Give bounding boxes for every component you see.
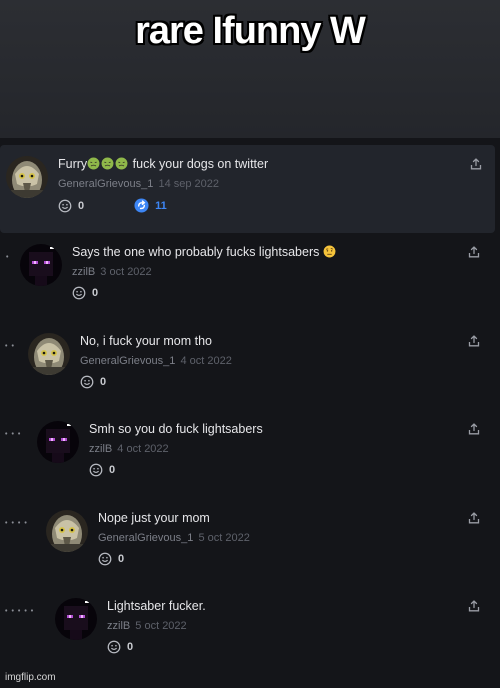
comment-meta: zzilB 3 oct 2022 — [72, 266, 337, 278]
share-icon[interactable] — [468, 600, 480, 612]
comment-meta: zzilB 5 oct 2022 — [107, 620, 206, 632]
comment-meta: GeneralGrievous_1 14 sep 2022 — [58, 178, 268, 190]
username-link[interactable]: zzilB — [107, 620, 130, 632]
share-icon[interactable] — [468, 335, 480, 347]
comment-content: Nope just your mom GeneralGrievous_1 5 oc… — [98, 510, 250, 566]
comment-item: •••• Nope just your mom GeneralGrievous_1 … — [0, 510, 500, 590]
share-icon[interactable] — [470, 158, 482, 170]
thread-depth-dots: ••• — [5, 431, 25, 438]
comment-date: 5 oct 2022 — [195, 532, 250, 544]
smile-count: 0 — [100, 376, 107, 388]
username-link[interactable]: GeneralGrievous_1 — [58, 178, 153, 190]
replies-icon[interactable] — [90, 198, 149, 213]
meme-caption: rare Ifunny W — [135, 10, 366, 52]
comment-actions: 0 — [72, 286, 337, 300]
smile-count: 0 — [127, 641, 134, 653]
smile-icon[interactable] — [98, 552, 112, 566]
comment-content: Smh so you do fuck lightsabers zzilB 4 oc… — [89, 421, 263, 477]
avatar[interactable] — [20, 244, 62, 286]
comment-meta: zzilB 4 oct 2022 — [89, 443, 263, 455]
avatar[interactable] — [37, 421, 79, 463]
comment-date: 4 oct 2022 — [114, 443, 169, 455]
avatar[interactable] — [28, 333, 70, 375]
comment-date: 5 oct 2022 — [132, 620, 187, 632]
comment-item: ••••• Lightsaber fucker. zzilB 5 oct 2022 0 — [0, 598, 500, 678]
comment-body: Lightsaber fucker. — [107, 599, 206, 613]
smile-icon[interactable] — [72, 286, 86, 300]
avatar[interactable] — [6, 156, 48, 198]
thread-depth-dots: • — [6, 254, 13, 261]
avatar[interactable] — [46, 510, 88, 552]
comment-text: Says the one who probably fucks lightsab… — [72, 244, 337, 260]
comment-date: 14 sep 2022 — [155, 178, 220, 190]
share-icon[interactable] — [468, 246, 480, 258]
reply-count[interactable]: 11 — [155, 200, 167, 212]
share-icon[interactable] — [468, 512, 480, 524]
nauseated-face-icon — [87, 157, 100, 170]
comment-item: •• No, i fuck your mom tho GeneralGrievous… — [0, 333, 500, 413]
comment-text-prefix: Furry — [58, 157, 88, 171]
comment-text: No, i fuck your mom tho — [80, 333, 232, 349]
nauseated-face-icon — [115, 157, 128, 170]
username-link[interactable]: zzilB — [89, 443, 112, 455]
thread-depth-dots: •••• — [5, 520, 31, 527]
comment-actions: 0 — [98, 552, 250, 566]
comment-item: • Says the one who probably fucks lightsa… — [0, 244, 500, 324]
username-link[interactable]: zzilB — [72, 266, 95, 278]
comment-content: No, i fuck your mom tho GeneralGrievous_1… — [80, 333, 232, 389]
comment-body: No, i fuck your mom tho — [80, 334, 212, 348]
comment-item: Furry fuck your dogs on twitter GeneralGr… — [0, 156, 500, 236]
comment-actions: 0 — [107, 640, 206, 654]
comment-meta: GeneralGrievous_1 5 oct 2022 — [98, 532, 250, 544]
smile-count: 0 — [118, 553, 125, 565]
comment-body: Smh so you do fuck lightsabers — [89, 422, 263, 436]
comment-text: Furry fuck your dogs on twitter — [58, 156, 268, 172]
comment-actions: 0 — [89, 463, 263, 477]
comment-meta: GeneralGrievous_1 4 oct 2022 — [80, 355, 232, 367]
comment-actions: 0 11 — [58, 198, 268, 213]
comment-content: Lightsaber fucker. zzilB 5 oct 2022 0 — [107, 598, 206, 654]
comment-content: Furry fuck your dogs on twitter GeneralGr… — [58, 156, 268, 213]
smile-icon[interactable] — [80, 375, 94, 389]
comment-body: fuck your dogs on twitter — [132, 157, 269, 171]
nauseated-face-icon — [101, 157, 114, 170]
face-with-raised-eyebrow-icon — [323, 245, 336, 258]
share-icon[interactable] — [468, 423, 480, 435]
smile-icon[interactable] — [58, 199, 72, 213]
comment-body: Says the one who probably fucks lightsab… — [72, 245, 320, 259]
smile-icon[interactable] — [89, 463, 103, 477]
comment-body: Nope just your mom — [98, 511, 210, 525]
smile-count: 0 — [92, 287, 99, 299]
smile-count: 0 — [109, 464, 116, 476]
username-link[interactable]: GeneralGrievous_1 — [80, 355, 175, 367]
smile-count: 0 — [78, 199, 85, 212]
comment-date: 4 oct 2022 — [177, 355, 232, 367]
comment-text: Smh so you do fuck lightsabers — [89, 421, 263, 437]
comment-actions: 0 — [80, 375, 232, 389]
username-link[interactable]: GeneralGrievous_1 — [98, 532, 193, 544]
comment-item: ••• Smh so you do fuck lightsabers zzilB 4… — [0, 421, 500, 501]
comment-text: Nope just your mom — [98, 510, 250, 526]
smile-icon[interactable] — [107, 640, 121, 654]
comment-content: Says the one who probably fucks lightsab… — [72, 244, 337, 300]
comment-date: 3 oct 2022 — [97, 266, 152, 278]
imgflip-watermark: imgflip.com — [5, 672, 56, 683]
thread-depth-dots: •• — [5, 343, 18, 350]
comment-text: Lightsaber fucker. — [107, 598, 206, 614]
avatar[interactable] — [55, 598, 97, 640]
thread-depth-dots: ••••• — [5, 608, 38, 615]
